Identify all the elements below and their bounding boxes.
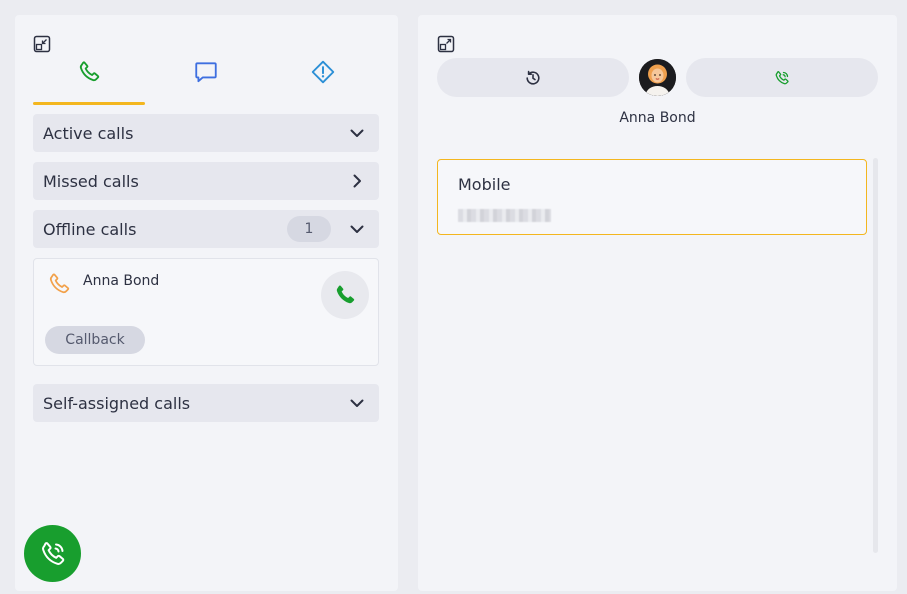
active-calls-label: Active calls <box>43 123 134 143</box>
chevron-down-icon <box>350 399 364 407</box>
offline-phone-icon <box>49 273 70 294</box>
contact-name: Anna Bond <box>619 110 696 126</box>
mobile-label: Mobile <box>458 175 511 194</box>
offline-calls-section[interactable]: Offline calls 1 <box>33 210 379 248</box>
self-assigned-calls-label: Self-assigned calls <box>43 393 191 413</box>
phone-ringing-icon <box>41 541 64 565</box>
active-calls-section[interactable]: Active calls <box>33 114 379 152</box>
offline-call-card[interactable]: Anna Bond Callback <box>33 258 379 366</box>
channel-tabs <box>33 59 379 105</box>
phone-ringing-icon <box>775 70 789 84</box>
chevron-down-icon <box>350 129 364 137</box>
chat-bubble-icon <box>195 62 217 83</box>
mobile-number-field[interactable]: Mobile redacted <box>437 159 867 235</box>
minimize-window-icon[interactable] <box>33 35 51 53</box>
dialer-fab-button[interactable] <box>24 525 81 582</box>
mobile-number-redacted: redacted <box>458 209 551 222</box>
tab-calls[interactable] <box>33 59 145 105</box>
callback-chip[interactable]: Callback <box>45 326 145 354</box>
caller-name: Anna Bond <box>83 273 160 289</box>
history-icon <box>526 70 540 85</box>
call-contact-button[interactable] <box>686 58 878 97</box>
chevron-down-icon <box>350 225 364 233</box>
offline-calls-count-badge: 1 <box>287 216 331 242</box>
call-back-button[interactable] <box>321 271 369 319</box>
missed-calls-label: Missed calls <box>43 171 139 191</box>
call-history-button[interactable] <box>437 58 629 97</box>
phone-icon <box>336 285 355 304</box>
warning-diamond-icon <box>311 60 335 84</box>
avatar-image <box>639 59 676 96</box>
contact-avatar <box>639 59 676 96</box>
expand-window-icon[interactable] <box>437 35 455 53</box>
chevron-right-icon <box>353 174 361 188</box>
tab-chats[interactable] <box>150 59 262 105</box>
offline-calls-label: Offline calls <box>43 219 137 239</box>
missed-calls-section[interactable]: Missed calls <box>33 162 379 200</box>
self-assigned-calls-section[interactable]: Self-assigned calls <box>33 384 379 422</box>
scrollbar[interactable] <box>873 158 878 553</box>
contact-panel: Anna Bond Mobile redacted <box>418 15 897 591</box>
calls-panel: Active calls Missed calls Offline calls … <box>15 15 398 591</box>
active-tab-indicator <box>33 102 145 105</box>
phone-icon <box>79 61 100 82</box>
tab-alerts[interactable] <box>267 59 379 105</box>
